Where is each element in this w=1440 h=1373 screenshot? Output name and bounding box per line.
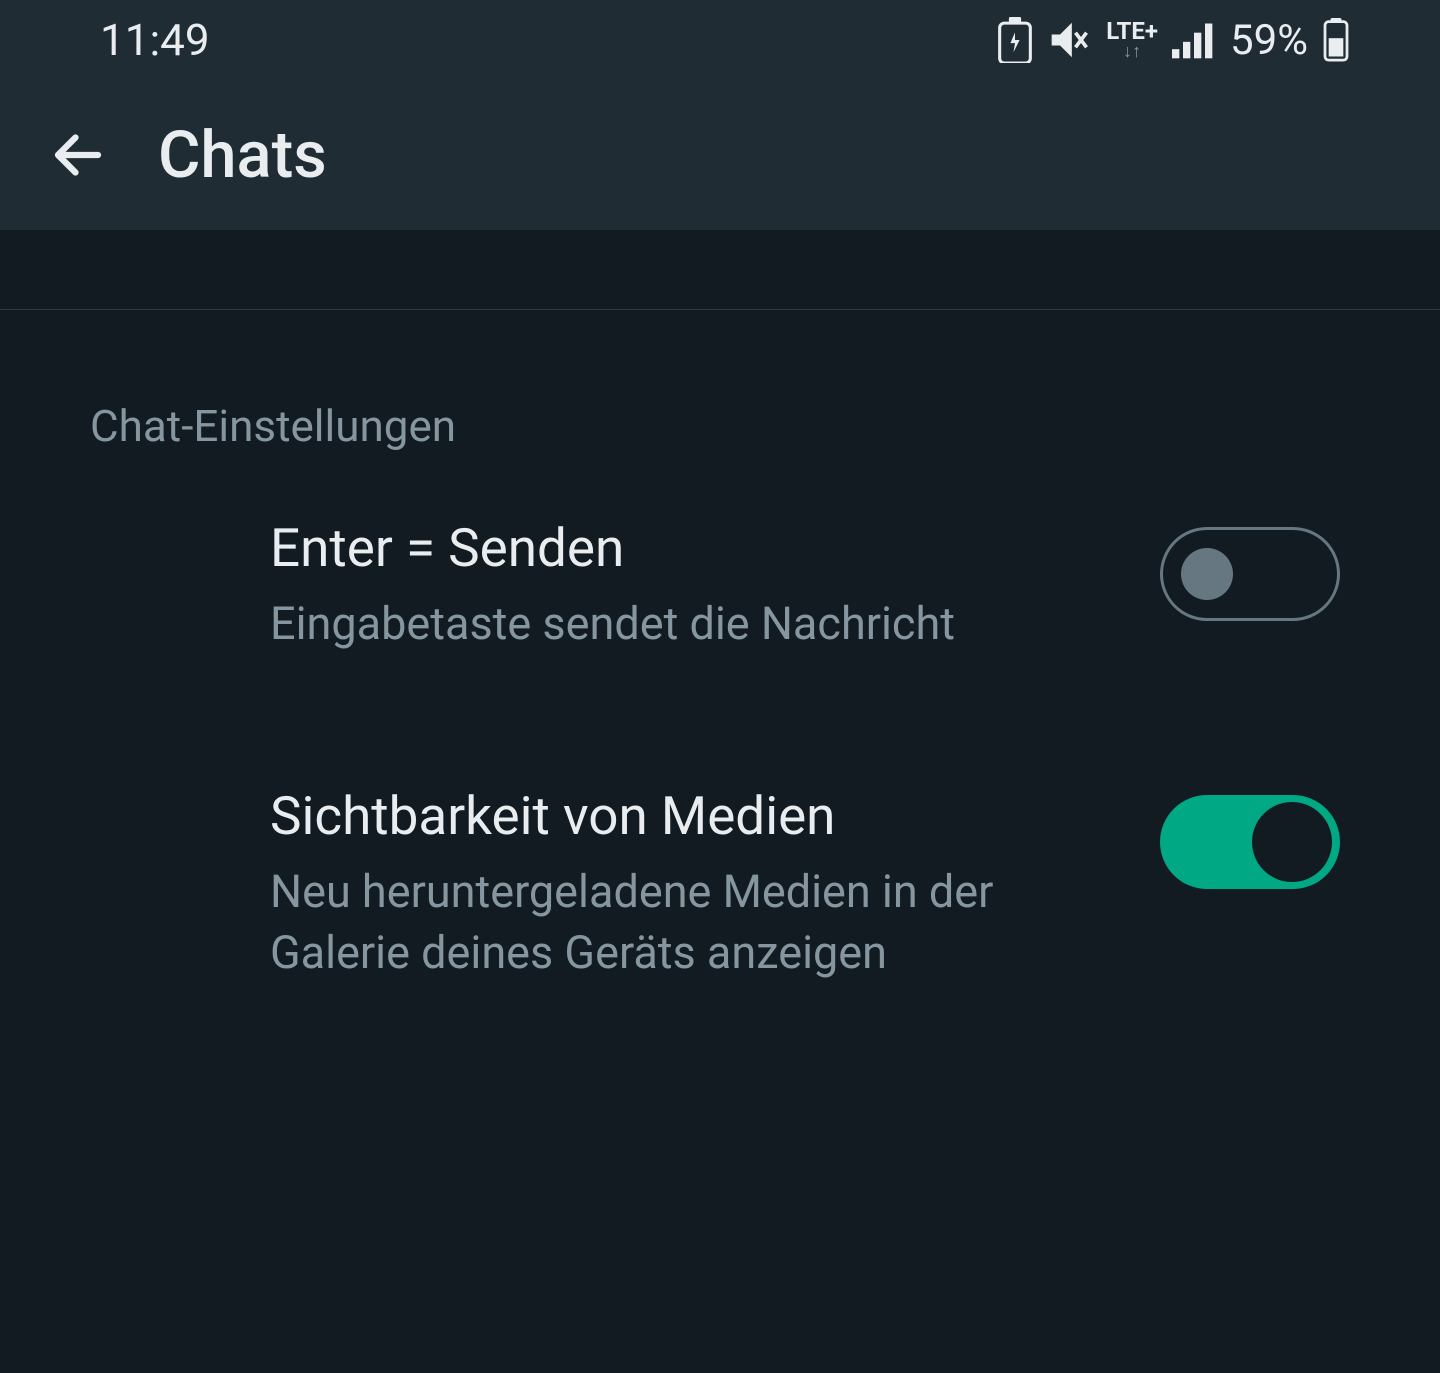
setting-text: Sichtbarkeit von Medien Neu heruntergela… xyxy=(270,785,1160,984)
back-button[interactable] xyxy=(48,125,108,185)
network-type: LTE+ ↓↑ xyxy=(1106,19,1158,61)
setting-text: Enter = Senden Eingabetaste sendet die N… xyxy=(270,517,1160,655)
status-time: 11:49 xyxy=(100,14,210,66)
setting-desc: Eingabetaste sendet die Nachricht xyxy=(270,594,1110,655)
toggle-media-visibility[interactable] xyxy=(1160,795,1340,889)
spacer xyxy=(0,230,1440,310)
page-title: Chats xyxy=(158,117,327,193)
battery-saver-icon xyxy=(996,17,1034,63)
battery-icon xyxy=(1322,18,1350,62)
content: Chat-Einstellungen Enter = Senden Eingab… xyxy=(0,310,1440,983)
status-icons: LTE+ ↓↑ 59% xyxy=(996,16,1350,65)
mute-icon xyxy=(1048,18,1092,62)
setting-title: Enter = Senden xyxy=(270,517,1110,579)
toggle-enter-send[interactable] xyxy=(1160,527,1340,621)
battery-percent: 59% xyxy=(1230,16,1308,65)
toggle-knob xyxy=(1181,548,1233,600)
setting-media-visibility[interactable]: Sichtbarkeit von Medien Neu heruntergela… xyxy=(90,785,1350,984)
status-bar: 11:49 LTE+ ↓↑ 59% xyxy=(0,0,1440,80)
setting-enter-send[interactable]: Enter = Senden Eingabetaste sendet die N… xyxy=(90,517,1350,655)
setting-title: Sichtbarkeit von Medien xyxy=(270,785,1110,847)
toggle-knob xyxy=(1252,802,1332,882)
arrow-left-icon xyxy=(48,125,108,185)
setting-desc: Neu heruntergeladene Medien in der Galer… xyxy=(270,862,1110,984)
app-bar: Chats xyxy=(0,80,1440,230)
signal-icon xyxy=(1172,21,1216,59)
section-header: Chat-Einstellungen xyxy=(90,400,1350,452)
